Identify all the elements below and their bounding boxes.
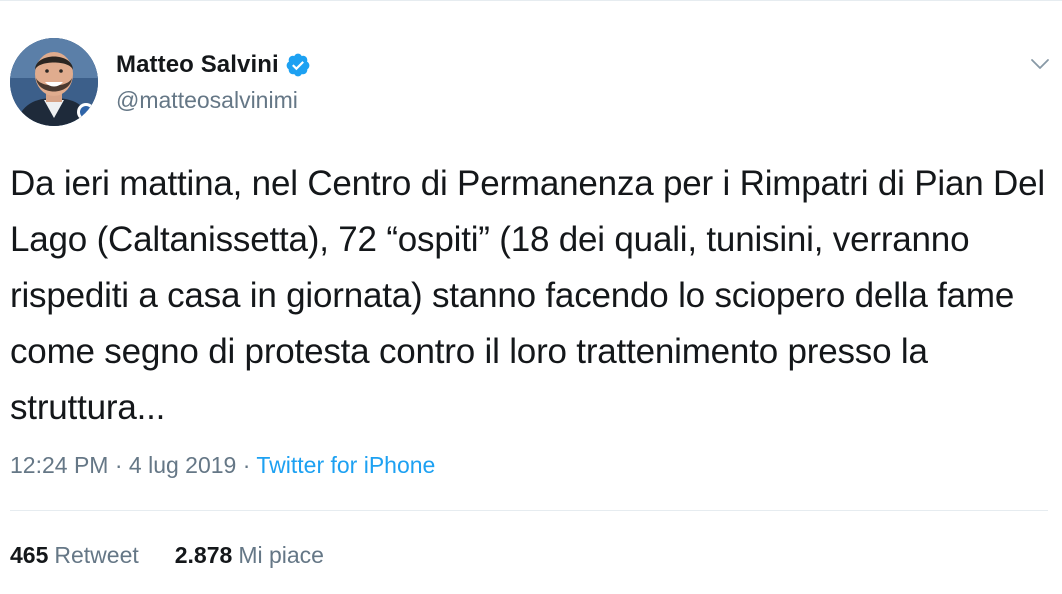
retweets-stat[interactable]: 465 Retweet bbox=[10, 542, 139, 569]
retweets-count: 465 bbox=[10, 542, 49, 568]
tweet-header: Matteo Salvini @matteosalvinimi bbox=[10, 38, 1052, 128]
stats-divider bbox=[10, 510, 1048, 511]
author-handle[interactable]: @matteosalvinimi bbox=[116, 87, 298, 114]
top-divider bbox=[0, 0, 1062, 1]
avatar[interactable] bbox=[10, 38, 98, 126]
author-name[interactable]: Matteo Salvini bbox=[116, 51, 279, 79]
tweet-source-link[interactable]: Twitter for iPhone bbox=[256, 452, 435, 478]
chevron-down-icon[interactable] bbox=[1028, 52, 1052, 76]
retweets-label: Retweet bbox=[54, 542, 139, 568]
likes-count: 2.878 bbox=[174, 542, 233, 568]
avatar-image bbox=[10, 38, 98, 126]
tweet-time[interactable]: 12:24 PM bbox=[10, 452, 108, 478]
verified-badge-icon bbox=[285, 52, 311, 78]
tweet-meta: 12:24 PM · 4 lug 2019 · Twitter for iPho… bbox=[10, 452, 435, 479]
author-name-row: Matteo Salvini bbox=[116, 50, 311, 80]
meta-separator: · bbox=[108, 452, 129, 478]
tweet-stats: 465 Retweet 2.878 Mi piace bbox=[10, 542, 360, 569]
likes-stat[interactable]: 2.878 Mi piace bbox=[175, 542, 324, 569]
tweet-text: Da ieri mattina, nel Centro di Permanenz… bbox=[10, 164, 1055, 427]
tweet-date[interactable]: 4 lug 2019 bbox=[129, 452, 236, 478]
likes-label: Mi piace bbox=[238, 542, 324, 568]
meta-separator: · bbox=[236, 452, 257, 478]
